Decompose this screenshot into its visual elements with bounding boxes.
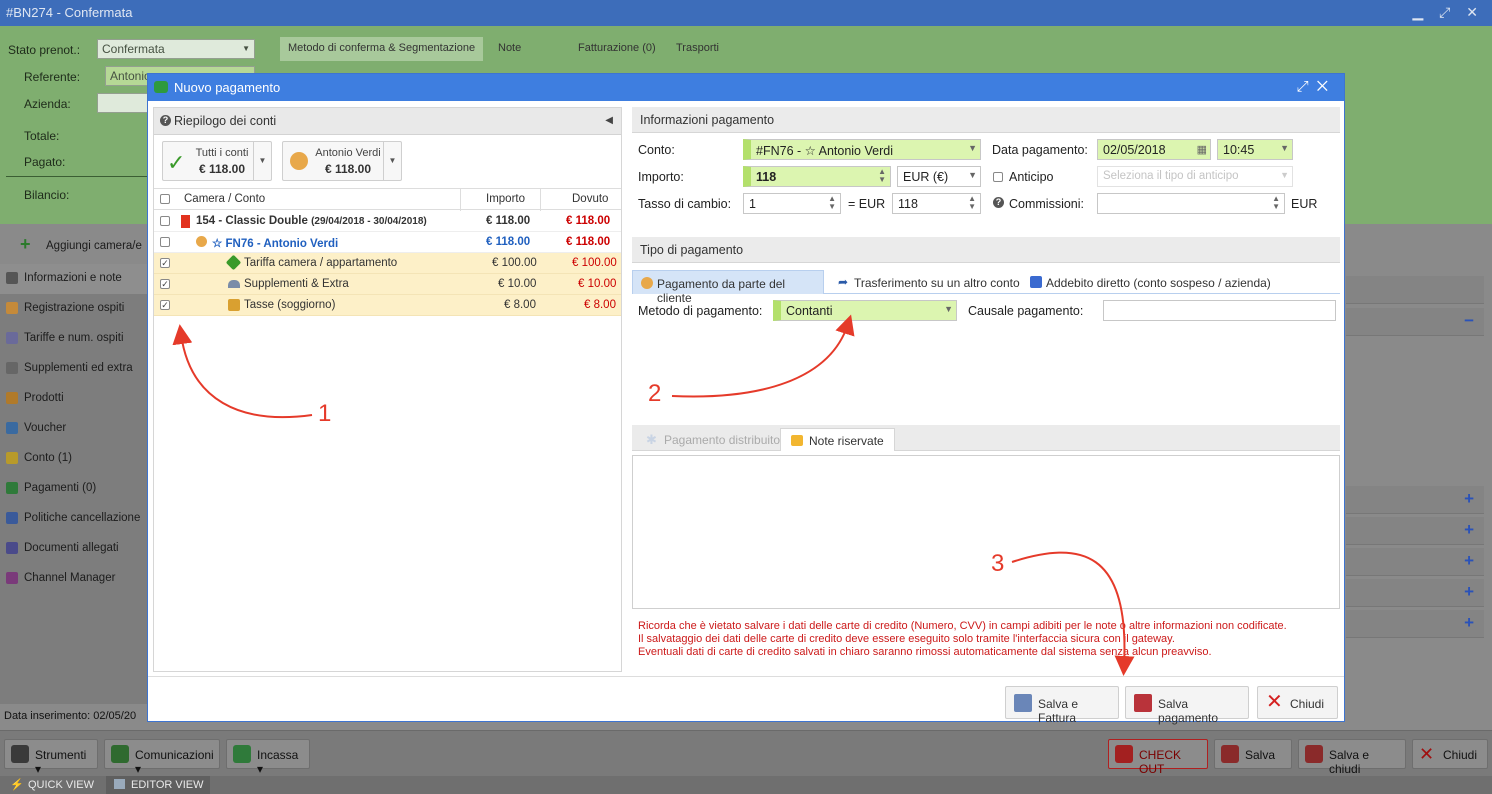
annotation-arrow-1: [172, 324, 313, 419]
annotation-arrow-3: [1011, 551, 1135, 676]
annotation-label-1: 1: [318, 400, 332, 427]
annotation-arrows: [172, 314, 1135, 676]
annotation-label-3: 3: [991, 550, 1005, 577]
annotation-arrow-2: [671, 314, 855, 398]
annotation-label-2: 2: [648, 380, 662, 407]
